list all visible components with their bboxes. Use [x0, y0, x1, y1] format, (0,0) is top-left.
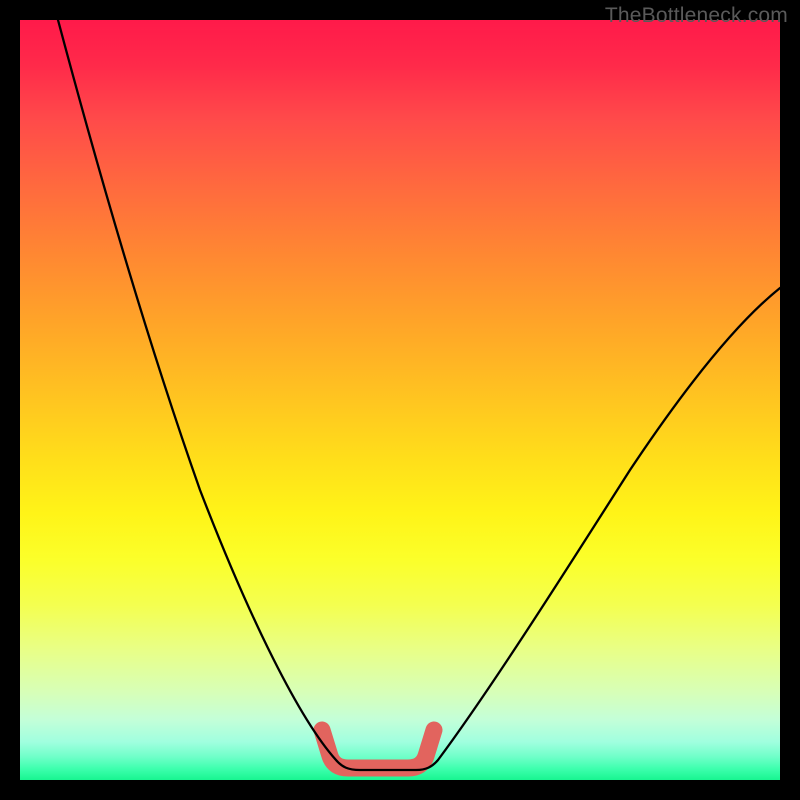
chart-svg [20, 20, 780, 780]
watermark-text: TheBottleneck.com [605, 4, 788, 28]
chart-plot-area [20, 20, 780, 780]
bottleneck-curve [58, 20, 780, 770]
chart-frame: TheBottleneck.com [0, 0, 800, 800]
